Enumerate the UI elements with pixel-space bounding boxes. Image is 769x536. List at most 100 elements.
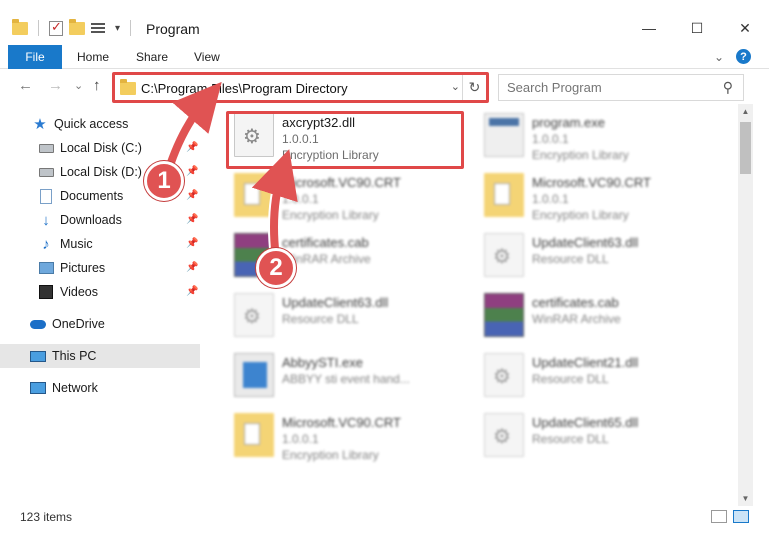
pin-icon[interactable]: 📌 <box>186 238 198 249</box>
help-icon[interactable]: ? <box>736 49 751 64</box>
computer-icon <box>30 348 46 364</box>
pin-icon[interactable]: 📌 <box>186 166 198 177</box>
view-buttons <box>711 510 749 523</box>
recent-locations-icon[interactable]: ⌄ <box>74 79 83 92</box>
cab-file-icon <box>484 293 524 337</box>
folder-icon[interactable] <box>12 18 28 35</box>
file-item[interactable]: axcrypt32.dll 1.0.0.1 Encryption Library <box>218 105 463 162</box>
file-name: program.exe <box>532 115 605 130</box>
folder-file-icon <box>234 173 274 217</box>
sidebar-item-local-disk-d[interactable]: Local Disk (D:) <box>38 161 142 183</box>
properties-check-icon[interactable] <box>49 19 63 36</box>
pin-icon[interactable]: 📌 <box>186 286 198 297</box>
close-button[interactable]: ✕ <box>721 14 769 42</box>
scroll-up-icon[interactable]: ▲ <box>738 104 753 119</box>
file-name: AbbyySTI.exe <box>282 355 363 370</box>
file-item[interactable]: Microsoft.VC90.CRT 1.0.0.1 Encryption Libr… <box>218 405 463 462</box>
sidebar-item-local-disk-c[interactable]: Local Disk (C:) <box>38 137 142 159</box>
file-name: Microsoft.VC90.CRT <box>282 175 401 190</box>
sidebar-item-label: Quick access <box>54 117 129 131</box>
sidebar-item-label: This PC <box>52 349 97 363</box>
quick-access-toolbar: ▾ <box>12 18 135 36</box>
up-arrow-icon[interactable]: ↑ <box>93 77 101 94</box>
disk-icon <box>38 164 54 180</box>
address-path[interactable]: C:\Program Files\Program Directory <box>141 81 348 96</box>
file-item[interactable]: Microsoft.VC90.CRT 1.0.0.1 Encryption Libr… <box>468 165 713 222</box>
sidebar-item-music[interactable]: ♪ Music <box>38 233 93 255</box>
file-item[interactable]: UpdateClient63.dll Resource DLL <box>468 225 713 281</box>
file-detail: Resource DLL <box>282 312 359 326</box>
navigation-bar: ← → ⌄ ↑ C:\Program Files\Program Directo… <box>0 72 769 102</box>
file-item[interactable]: UpdateClient21.dll Resource DLL <box>468 345 713 401</box>
back-arrow-icon[interactable]: ← <box>18 77 33 94</box>
ribbon-tabs: File Home Share View ⌄ ? <box>0 45 769 69</box>
scroll-down-icon[interactable]: ▼ <box>738 491 753 506</box>
expand-ribbon-icon[interactable]: ⌄ <box>714 50 724 64</box>
exe-file-icon <box>234 353 274 397</box>
details-view-icon[interactable] <box>711 510 727 523</box>
item-count: 123 items <box>20 510 73 524</box>
file-description: Encryption Library <box>282 208 379 222</box>
refresh-icon[interactable]: ↻ <box>462 75 486 100</box>
forward-arrow-icon[interactable]: → <box>48 77 63 94</box>
step-2-badge: 2 <box>256 248 296 288</box>
search-input[interactable] <box>499 75 709 100</box>
pin-icon[interactable]: 📌 <box>186 262 198 273</box>
file-detail: Resource DLL <box>532 432 609 446</box>
file-description: Encryption Library <box>532 148 629 162</box>
tab-share[interactable]: Share <box>136 50 168 64</box>
documents-icon <box>38 188 54 204</box>
file-name: UpdateClient63.dll <box>282 295 389 310</box>
file-item[interactable]: Microsoft.VC90.CRT 1.0.0.1 Encryption Libr… <box>218 165 463 222</box>
pin-icon[interactable]: 📌 <box>186 142 198 153</box>
file-item[interactable]: program.exe 1.0.0.1 Encryption Library <box>468 105 713 162</box>
vertical-scrollbar[interactable]: ▲ ▼ <box>738 104 753 506</box>
file-item[interactable]: AbbyySTI.exe ABBYY sti event hand... <box>218 345 463 401</box>
sidebar-item-label: Music <box>60 237 93 251</box>
sidebar-item-pictures[interactable]: Pictures <box>38 257 105 279</box>
sidebar-item-downloads[interactable]: ↓ Downloads <box>38 209 122 231</box>
customize-toolbar-icon[interactable] <box>91 21 109 35</box>
file-item[interactable]: UpdateClient65.dll Resource DLL <box>468 405 713 461</box>
sidebar-item-quick-access[interactable]: ★ Quick access <box>32 113 128 135</box>
sidebar-item-network[interactable]: Network <box>30 377 98 399</box>
sidebar-item-label: Videos <box>60 285 98 299</box>
file-name: Microsoft.VC90.CRT <box>282 415 401 430</box>
search-icon[interactable]: ⚲ <box>723 79 733 96</box>
dll-file-icon <box>484 413 524 457</box>
file-item[interactable]: certificates.cab WinRAR Archive <box>218 225 463 281</box>
address-bar[interactable]: C:\Program Files\Program Directory ⌄ ↻ <box>114 74 487 101</box>
new-folder-icon[interactable] <box>69 18 85 35</box>
file-detail: 1.0.0.1 <box>532 132 569 146</box>
pin-icon[interactable]: 📌 <box>186 190 198 201</box>
dll-file-icon <box>484 353 524 397</box>
minimize-button[interactable]: — <box>625 14 673 42</box>
search-box[interactable]: ⚲ <box>498 74 744 101</box>
pin-icon[interactable]: 📌 <box>186 214 198 225</box>
toolbar-dropdown-icon[interactable]: ▾ <box>115 23 120 34</box>
scroll-thumb[interactable] <box>740 122 751 174</box>
tab-home[interactable]: Home <box>77 50 109 64</box>
sidebar-item-videos[interactable]: Videos <box>38 281 98 303</box>
file-item[interactable]: certificates.cab WinRAR Archive <box>468 285 713 341</box>
sidebar-item-onedrive[interactable]: OneDrive <box>30 313 105 335</box>
file-detail: ABBYY sti event hand... <box>282 372 410 386</box>
tiles-view-icon[interactable] <box>733 510 749 523</box>
step-1-badge: 1 <box>144 161 184 201</box>
maximize-button[interactable]: ☐ <box>673 14 721 42</box>
folder-file-icon <box>484 173 524 217</box>
title-bar: ▾ Program — ☐ ✕ <box>0 0 769 44</box>
dll-file-icon <box>234 293 274 337</box>
file-list: axcrypt32.dll1.0.0.1Encryption Librarypr… <box>210 105 738 505</box>
music-icon: ♪ <box>42 235 50 253</box>
address-dropdown-icon[interactable]: ⌄ <box>451 80 460 93</box>
tab-file[interactable]: File <box>8 45 62 69</box>
toolbar-divider <box>130 20 132 36</box>
file-name: certificates.cab <box>282 235 369 250</box>
file-name: Microsoft.VC90.CRT <box>532 175 651 190</box>
sidebar-item-label: Downloads <box>60 213 122 227</box>
tab-view[interactable]: View <box>194 50 220 64</box>
sidebar-item-this-pc[interactable]: This PC <box>30 345 96 367</box>
file-item[interactable]: UpdateClient63.dll Resource DLL <box>218 285 463 341</box>
sidebar-item-documents[interactable]: Documents <box>38 185 123 207</box>
